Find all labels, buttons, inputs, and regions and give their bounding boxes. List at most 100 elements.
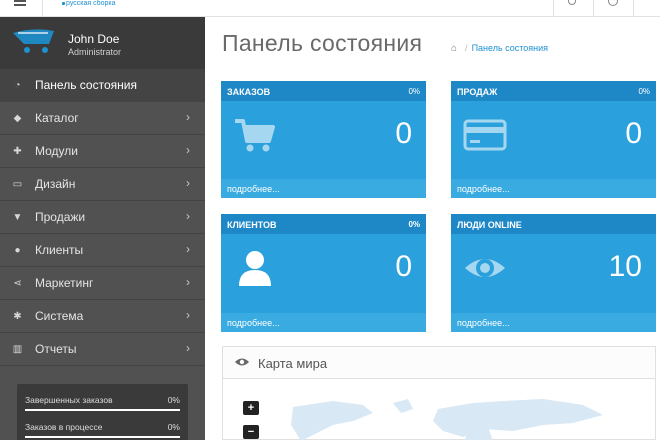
tile-title: ЛЮДИ ONLINE (457, 220, 522, 230)
tile-value: 10 (608, 250, 642, 283)
map-region-eurasia (433, 399, 603, 437)
breadcrumb-link[interactable]: Панель состояния (472, 43, 548, 53)
sidebar-item-modules[interactable]: ✚ Модули › (0, 135, 205, 168)
bar-chart-icon: ▥ (12, 344, 23, 355)
chevron-right-icon: › (186, 308, 190, 322)
user-role: Administrator (68, 47, 122, 57)
sidebar-item-catalog[interactable]: ◆ Каталог › (0, 102, 205, 135)
zoom-out-button[interactable]: − (243, 425, 259, 439)
chevron-right-icon: › (186, 209, 190, 223)
puzzle-icon: ✚ (13, 146, 22, 157)
menu-toggle-icon[interactable] (14, 0, 26, 10)
sidebar-item-label: Клиенты (35, 243, 84, 257)
sidebar-item-label: Модули (35, 144, 78, 158)
sidebar-item-label: Панель состояния (35, 78, 137, 92)
tag-icon: ◆ (13, 113, 22, 124)
divider (42, 0, 43, 17)
logo-mark (62, 2, 65, 5)
user-profile[interactable]: John Doe Administrator (0, 17, 205, 69)
world-map-panel: Карта мира + − (222, 346, 656, 440)
top-header: русская сборка (0, 0, 660, 17)
tile-header: ЛЮДИ ONLINE (451, 214, 656, 234)
breadcrumb: ⌂ / Панель состояния (451, 43, 548, 54)
tile-percent: 0% (408, 87, 420, 96)
zoom-in-button[interactable]: + (243, 401, 259, 415)
tile-more-link[interactable]: подробнее... (451, 179, 656, 198)
tile-title: КЛИЕНТОВ (227, 220, 277, 230)
progress-label: Заказов в процессе (25, 422, 103, 432)
map-region-greenland (393, 399, 413, 413)
page-title: Панель состояния (222, 30, 423, 56)
progress-percent: 0% (167, 422, 180, 432)
shopping-cart-icon: ▼ (12, 212, 23, 223)
sidebar-item-marketing[interactable]: ⋖ Маркетинг › (0, 267, 205, 300)
progress-label: Завершенных заказов (25, 395, 113, 405)
sidebar-item-label: Отчеты (35, 342, 77, 356)
people-online-tile: ЛЮДИ ONLINE 10 подробнее... (451, 214, 656, 332)
sidebar-item-label: Дизайн (35, 177, 76, 191)
sidebar-item-reports[interactable]: ▥ Отчеты › (0, 333, 205, 366)
chevron-right-icon: › (186, 341, 190, 355)
progress-bar (25, 436, 180, 438)
tile-more-link[interactable]: подробнее... (221, 179, 426, 198)
shopping-cart-icon (235, 119, 275, 152)
user-name: John Doe (68, 32, 120, 46)
gear-icon: ✱ (13, 311, 22, 322)
divider (593, 0, 594, 17)
chevron-right-icon: › (186, 176, 190, 190)
orders-tile: ЗАКАЗОВ 0% 0 подробнее... (221, 81, 426, 198)
sidebar-item-label: Каталог (35, 111, 79, 125)
panel-header: Карта мира (223, 347, 655, 379)
chevron-right-icon: › (186, 242, 190, 256)
share-icon: ⋖ (13, 278, 22, 289)
sidebar-item-label: Продажи (35, 210, 86, 224)
sidebar-item-label: Система (35, 309, 84, 323)
home-icon[interactable]: ⌂ (451, 43, 457, 54)
progress-row: Завершенных заказов 0% (25, 395, 180, 405)
tile-header: КЛИЕНТОВ 0% (221, 214, 426, 234)
divider (553, 0, 554, 17)
order-progress-panel: Завершенных заказов 0% Заказов в процесс… (17, 384, 188, 440)
sidebar-item-customers[interactable]: ● Клиенты › (0, 234, 205, 267)
tile-title: ЗАКАЗОВ (227, 87, 271, 97)
tile-header: ПРОДАЖ 0% (451, 81, 656, 101)
sidebar-item-label: Маркетинг (35, 276, 94, 290)
monitor-icon: ▭ (12, 179, 23, 190)
tile-percent: 0% (638, 87, 650, 96)
tile-more-link[interactable]: подробнее... (221, 313, 426, 332)
progress-row: Заказов в процессе 0% (25, 422, 180, 432)
tile-more-link[interactable]: подробнее... (451, 313, 656, 332)
sales-tile: ПРОДАЖ 0% 0 подробнее... (451, 81, 656, 198)
brand-subtitle: русская сборка (66, 0, 116, 7)
user-icon (239, 251, 271, 286)
chevron-right-icon: › (186, 275, 190, 289)
map-region-north-america (291, 401, 373, 440)
notification-icon[interactable] (568, 0, 576, 5)
sidebar: John Doe Administrator ◔ Панель состояни… (0, 17, 205, 440)
tile-value: 0 (625, 117, 642, 150)
tile-title: ПРОДАЖ (457, 87, 498, 97)
sidebar-item-sales[interactable]: ▼ Продажи › (0, 201, 205, 234)
customers-tile: КЛИЕНТОВ 0% 0 подробнее... (221, 214, 426, 332)
progress-percent: 0% (167, 395, 180, 405)
eye-icon (465, 259, 505, 277)
world-map[interactable] (273, 395, 653, 440)
tile-percent: 0% (408, 220, 420, 229)
chevron-right-icon: › (186, 143, 190, 157)
progress-bar (25, 409, 180, 411)
opencart-logo-icon (13, 29, 54, 53)
credit-card-icon (463, 119, 507, 151)
divider (633, 0, 634, 17)
tile-value: 0 (395, 250, 412, 283)
tile-value: 0 (395, 117, 412, 150)
help-icon[interactable] (608, 0, 618, 6)
breadcrumb-separator: / (465, 43, 468, 53)
sidebar-item-design[interactable]: ▭ Дизайн › (0, 168, 205, 201)
chevron-right-icon: › (186, 110, 190, 124)
sidebar-menu: ◔ Панель состояния ◆ Каталог › ✚ Модули … (0, 69, 205, 366)
tile-header: ЗАКАЗОВ 0% (221, 81, 426, 101)
panel-title: Карта мира (258, 356, 328, 371)
sidebar-item-dashboard[interactable]: ◔ Панель состояния (0, 69, 205, 102)
sidebar-item-system[interactable]: ✱ Система › (0, 300, 205, 333)
user-icon: ● (14, 245, 21, 256)
